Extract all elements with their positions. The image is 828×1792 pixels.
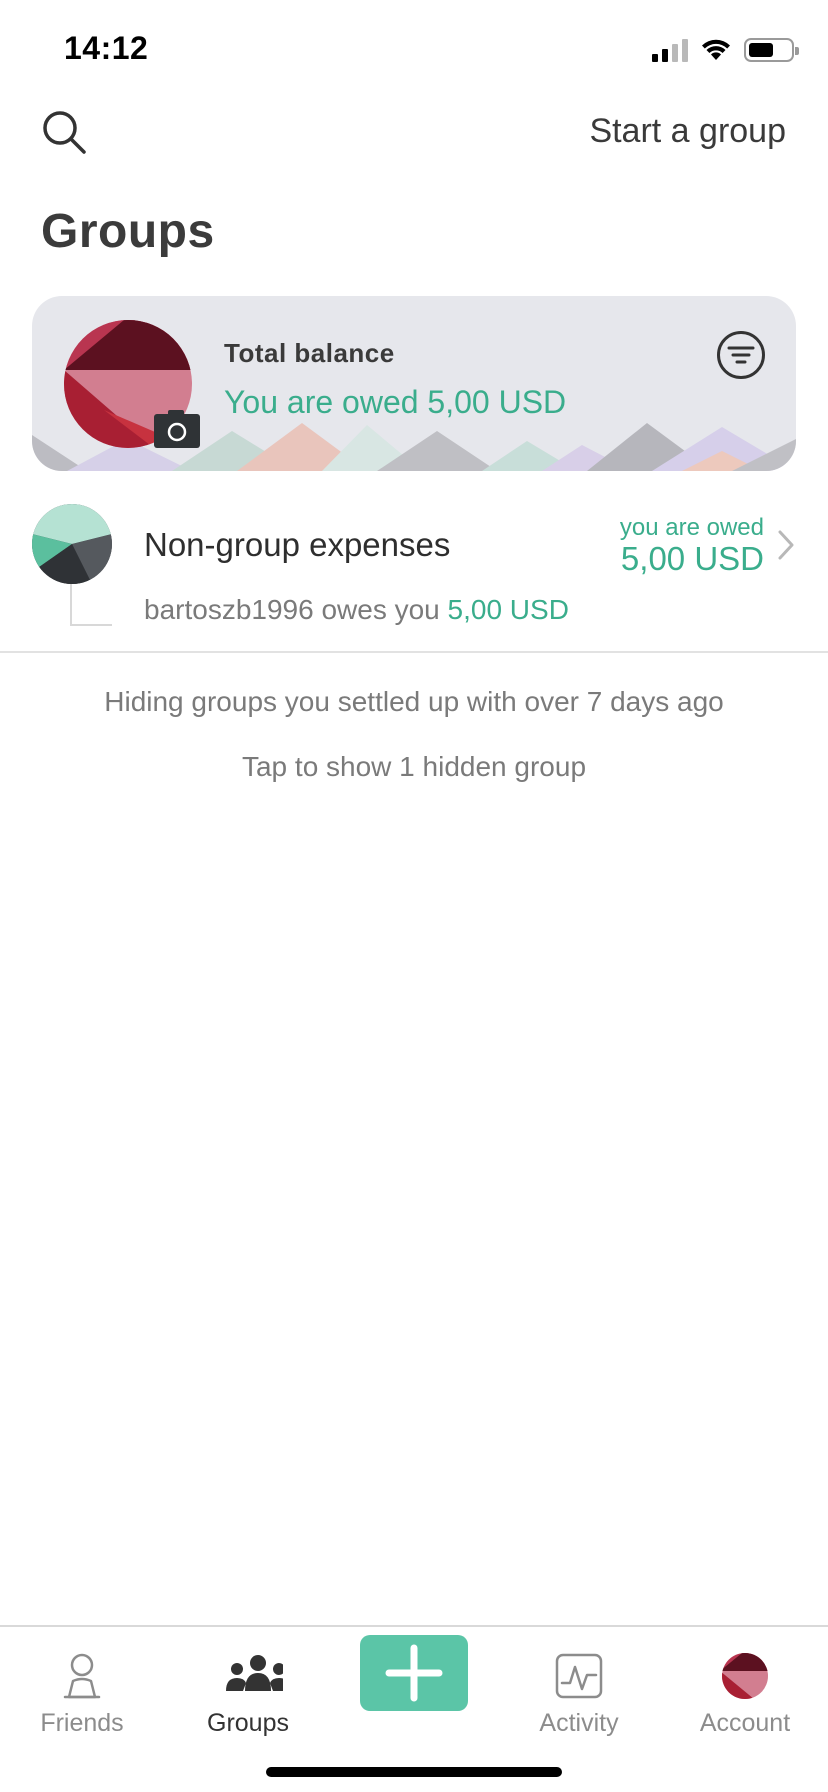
tab-account-label: Account: [699, 1709, 791, 1737]
status-time: 14:12: [64, 30, 149, 66]
tab-groups-label: Groups: [207, 1709, 289, 1737]
divider: [0, 651, 828, 653]
filter-icon: [717, 331, 765, 379]
show-hidden-groups-button[interactable]: Tap to show 1 hidden group: [0, 751, 828, 783]
chevron-right-icon: [778, 530, 794, 560]
debt-detail-text: bartoszb1996 owes you: [144, 594, 440, 625]
tab-groups[interactable]: Groups: [178, 1639, 318, 1739]
filter-button[interactable]: [716, 330, 766, 380]
cellular-signal-icon: [652, 38, 688, 62]
add-expense-button[interactable]: [360, 1635, 468, 1711]
total-balance-value: You are owed 5,00 USD: [224, 384, 567, 420]
person-icon: [63, 1653, 101, 1699]
battery-icon: [744, 38, 799, 62]
tab-friends-label: Friends: [40, 1709, 124, 1737]
status-icons: [652, 34, 799, 66]
activity-icon: [555, 1653, 603, 1699]
camera-icon[interactable]: [154, 410, 200, 448]
total-balance-card: Total balance You are owed 5,00 USD: [32, 296, 796, 471]
balance-status-amount: 5,00 USD: [620, 540, 764, 577]
search-icon: [43, 111, 86, 154]
plus-icon: [385, 1644, 443, 1702]
tab-friends[interactable]: Friends: [12, 1639, 152, 1739]
non-group-expenses-row[interactable]: Non-group expenses you are owed 5,00 USD…: [0, 486, 828, 652]
tab-account[interactable]: Account: [675, 1639, 815, 1739]
debt-detail: bartoszb1996 owes you 5,00 USD: [144, 594, 569, 626]
hiding-groups-notice: Hiding groups you settled up with over 7…: [104, 686, 724, 717]
tab-activity[interactable]: Activity: [509, 1639, 649, 1739]
debt-detail-amount: 5,00 USD: [447, 594, 569, 625]
group-icon: [226, 1655, 283, 1691]
balance-status-label: you are owed: [619, 514, 764, 541]
tab-activity-label: Activity: [539, 1709, 619, 1737]
page-title: Groups: [41, 205, 215, 258]
start-a-group-button[interactable]: Start a group: [589, 112, 786, 151]
tree-connector: [70, 584, 112, 626]
non-group-avatar: [32, 504, 112, 584]
total-balance-label: Total balance: [224, 338, 395, 368]
search-button[interactable]: [40, 108, 88, 156]
wifi-icon: [702, 39, 730, 60]
avatar: [722, 1653, 768, 1699]
non-group-expenses-name: Non-group expenses: [144, 526, 451, 563]
home-indicator: [266, 1767, 562, 1777]
status-bar: 14:12: [0, 0, 828, 96]
